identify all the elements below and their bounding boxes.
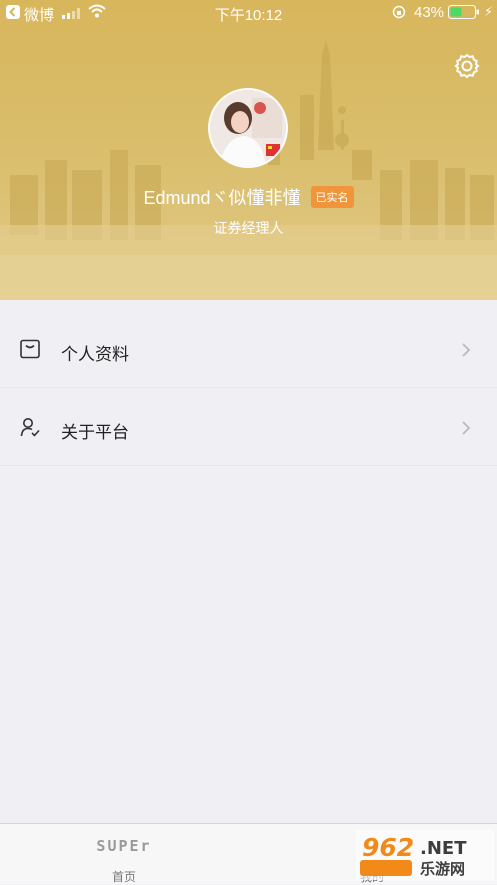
charging-icon: ⚡ <box>484 4 494 19</box>
watermark-brand: 962 <box>362 833 414 862</box>
battery-icon <box>448 5 479 19</box>
user-name: Edmundヾ似懂非懂 <box>143 188 301 208</box>
watermark-suffix: .NET <box>420 838 467 859</box>
menu-item-about[interactable]: 关于平台 <box>0 388 497 466</box>
user-role: 证券经理人 <box>213 220 284 236</box>
avatar-photo <box>210 90 286 166</box>
menu-item-profile[interactable]: 个人资料 <box>0 310 497 388</box>
avatar[interactable] <box>208 88 288 168</box>
chevron-right-icon <box>462 421 471 435</box>
user-check-icon <box>20 418 40 437</box>
watermark-logo: 962 .NET 乐游网 <box>356 830 494 880</box>
status-bar: 微博 下午10:12 43% ⚡ <box>0 0 497 26</box>
menu-label-about: 关于平台 <box>61 423 129 442</box>
menu-list: 个人资料 关于平台 <box>0 310 497 466</box>
super-logo-icon: SUPEr <box>96 837 152 855</box>
watermark-name: 乐游网 <box>420 860 465 878</box>
settings-gear-icon[interactable] <box>454 53 480 79</box>
menu-label-profile: 个人资料 <box>61 345 129 364</box>
profile-card-icon <box>20 339 40 359</box>
name-row: Edmundヾ似懂非懂 已实名 <box>0 184 497 210</box>
verified-badge: 已实名 <box>310 186 354 208</box>
chevron-right-icon <box>462 343 471 357</box>
rotation-lock-icon <box>392 5 406 19</box>
battery-percent: 43% <box>414 4 445 21</box>
tab-home[interactable]: SUPEr 首页 <box>74 824 174 884</box>
profile-header: 微博 下午10:12 43% ⚡ Edmundヾ似懂非懂 已实名 证券经理人 <box>0 0 497 300</box>
tab-home-label: 首页 <box>111 870 136 884</box>
